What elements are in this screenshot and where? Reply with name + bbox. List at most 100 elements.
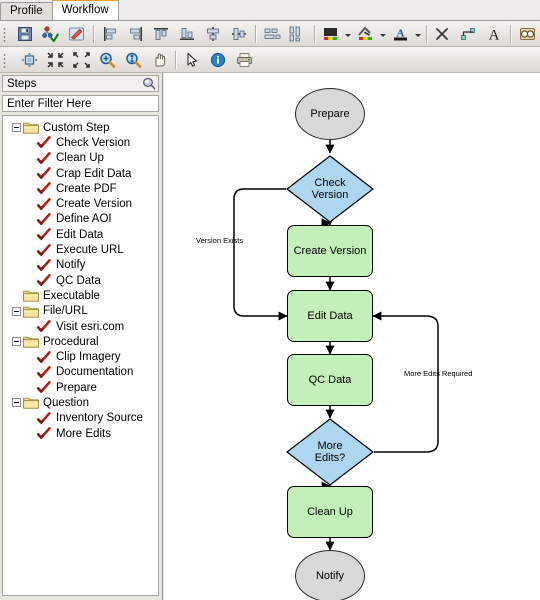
toolbar-separator	[510, 24, 512, 43]
tree-expander-minus-icon[interactable]	[12, 306, 21, 316]
tree-folder-procedural[interactable]: Procedural	[3, 334, 158, 349]
align-center-button[interactable]	[201, 22, 225, 45]
edge-more-edits-required-loop	[372, 311, 439, 453]
tree-expander-minus-icon[interactable]	[12, 337, 21, 347]
tree-step-notify[interactable]: Notify	[3, 258, 158, 273]
steps-filter-input[interactable]: Enter Filter Here	[2, 95, 159, 112]
workflow-node-prepare[interactable]: Prepare	[295, 88, 365, 140]
distribute-vertical-button[interactable]	[286, 22, 310, 45]
tree-item-label: Inventory Source	[56, 412, 143, 425]
print-button[interactable]	[232, 48, 256, 71]
line-color-dropdown[interactable]	[379, 23, 388, 44]
tab-workflow[interactable]: Workflow	[51, 0, 119, 20]
tree-step-clip-imagery[interactable]: Clip Imagery	[3, 349, 158, 364]
workflow-node-clean-up[interactable]: Clean Up	[287, 486, 373, 538]
tree-item-label: Question	[43, 396, 90, 409]
tree-item-label: Clean Up	[56, 152, 104, 165]
step-check-icon	[36, 182, 52, 195]
tree-step-inventory-source[interactable]: Inventory Source	[3, 411, 158, 426]
folder-icon	[23, 396, 39, 410]
align-right-button[interactable]	[124, 22, 148, 45]
workflow-node-edit-data[interactable]: Edit Data	[287, 290, 373, 342]
tab-workflow-label: Workflow	[61, 4, 109, 16]
select-tool-button[interactable]	[180, 48, 204, 71]
tree-expander-minus-icon[interactable]	[12, 398, 21, 408]
toolbar-grip[interactable]	[2, 25, 9, 42]
step-check-icon	[36, 411, 52, 425]
delete-button[interactable]	[431, 22, 455, 45]
tree-step-crap-edit-data[interactable]: Crap Edit Data	[3, 166, 158, 181]
eraser-button[interactable]	[65, 22, 89, 45]
tab-profile[interactable]: Profile	[0, 2, 53, 20]
tree-step-execute-url[interactable]: Execute URL	[3, 242, 158, 257]
tab-strip: Profile Workflow	[0, 0, 540, 21]
tree-folder-executable[interactable]: Executable	[3, 288, 158, 303]
toolbar-separator	[425, 24, 427, 43]
workflow-node-notify[interactable]: Notify	[295, 550, 365, 600]
zoom-selection-button[interactable]	[121, 48, 145, 71]
save-button[interactable]	[13, 22, 37, 45]
tree-folder-question[interactable]: Question	[3, 395, 158, 410]
toolbar-grip[interactable]	[2, 51, 9, 68]
fill-color-dropdown[interactable]	[344, 23, 353, 44]
pan-tool-button[interactable]	[147, 48, 171, 71]
align-middle-button[interactable]	[227, 22, 251, 45]
steps-panel: Steps Enter Filter Here Custom Step Check…	[0, 73, 163, 600]
edge-label-more-edits-required: More Edits Required	[404, 369, 473, 378]
align-top-button[interactable]	[150, 22, 174, 45]
tree-line-spacer	[25, 215, 34, 224]
step-check-icon	[36, 320, 52, 333]
tree-step-check-version[interactable]: Check Version	[3, 135, 158, 150]
workflow-canvas[interactable]: Prepare Check Version Create Version Edit Da…	[164, 73, 540, 600]
line-color-button[interactable]	[354, 22, 378, 45]
tree-expander-minus-icon[interactable]	[12, 123, 21, 133]
step-check-icon	[36, 151, 52, 165]
toolbar-separator	[92, 24, 94, 43]
folder-icon	[23, 121, 39, 134]
tree-folder-custom-step[interactable]: Custom Step	[3, 120, 158, 135]
zoom-tool-button[interactable]	[95, 48, 119, 71]
validate-workflow-button[interactable]	[39, 22, 63, 45]
tree-item-label: Executable	[43, 289, 100, 302]
fill-color-button[interactable]	[319, 22, 343, 45]
font-color-dropdown[interactable]	[414, 23, 423, 44]
magnifier-icon[interactable]	[140, 76, 158, 91]
step-check-icon	[36, 228, 52, 241]
tree-step-more-edits[interactable]: More Edits	[3, 426, 158, 441]
workflow-node-more-edits[interactable]: More Edits?	[286, 418, 374, 486]
main-toolbar: A A	[0, 21, 540, 47]
workflow-node-label: QC Data	[308, 374, 352, 386]
font-color-button[interactable]: A	[389, 22, 413, 45]
workflow-node-label: Prepare	[310, 108, 350, 120]
step-check-icon	[36, 167, 52, 180]
tree-step-create-pdf[interactable]: Create PDF	[3, 181, 158, 196]
tree-item-label: QC Data	[56, 274, 101, 287]
fit-to-window-button[interactable]	[17, 48, 41, 71]
step-check-icon	[36, 427, 52, 440]
zoom-out-extent-button[interactable]	[43, 48, 67, 71]
add-connector-button[interactable]	[456, 22, 480, 45]
tree-step-define-aoi[interactable]: Define AOI	[3, 212, 158, 227]
tree-step-create-version[interactable]: Create Version	[3, 196, 158, 211]
tree-step-prepare[interactable]: Prepare	[3, 380, 158, 395]
info-button[interactable]	[206, 48, 230, 71]
find-button[interactable]	[515, 22, 539, 45]
zoom-in-extent-button[interactable]	[69, 48, 93, 71]
workflow-node-create-version[interactable]: Create Version	[287, 225, 373, 277]
workflow-node-check-version[interactable]: Check Version	[286, 155, 374, 223]
align-left-button[interactable]	[98, 22, 122, 45]
tree-step-qc-data[interactable]: QC Data	[3, 273, 158, 288]
tree-line-spacer	[25, 169, 34, 178]
tree-step-visit-esri-com[interactable]: Visit esri.com	[3, 319, 158, 334]
workflow-node-qc-data[interactable]: QC Data	[287, 354, 373, 406]
distribute-horizontal-button[interactable]	[260, 22, 284, 45]
steps-panel-header: Steps	[2, 75, 159, 92]
step-check-icon	[36, 136, 52, 149]
text-button[interactable]: A	[482, 22, 506, 45]
tree-step-documentation[interactable]: Documentation	[3, 365, 158, 380]
align-bottom-button[interactable]	[175, 22, 199, 45]
steps-tree[interactable]: Custom Step Check Version Clean Up Crap Edi…	[2, 115, 159, 596]
tree-folder-file-url[interactable]: File/URL	[3, 304, 158, 319]
tree-step-clean-up[interactable]: Clean Up	[3, 151, 158, 166]
tree-step-edit-data[interactable]: Edit Data	[3, 227, 158, 242]
